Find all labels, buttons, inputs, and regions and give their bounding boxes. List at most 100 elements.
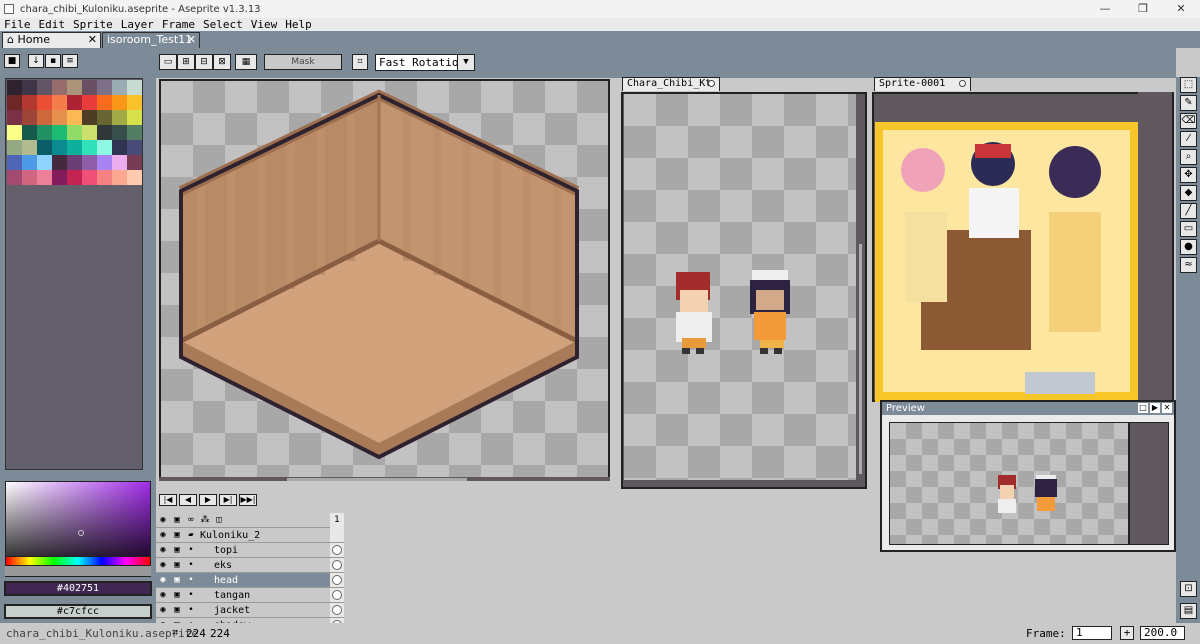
palette-swatch[interactable] (22, 170, 37, 185)
palette-swatch[interactable] (82, 125, 97, 140)
eye-icon[interactable]: ◉ (156, 545, 170, 555)
tab-isoroom[interactable]: isoroom_Test11 ✕ (102, 32, 200, 48)
palette-swatch[interactable] (97, 170, 112, 185)
palette-swatch[interactable] (22, 140, 37, 155)
sprite-artwork[interactable] (875, 122, 1138, 402)
continuous-icon[interactable]: • (184, 545, 198, 555)
palette-swatch[interactable] (82, 155, 97, 170)
frame-input[interactable]: 1 (1072, 626, 1112, 640)
palette-swatch[interactable] (112, 110, 127, 125)
menu-file[interactable]: File (0, 18, 35, 31)
pivot-icon[interactable]: ⌗ (352, 54, 368, 70)
pencil-icon[interactable]: ✎ (1180, 95, 1197, 111)
eye-icon[interactable]: ◉ (156, 605, 170, 615)
lock-icon[interactable]: ▣ (170, 530, 184, 540)
continuous-icon[interactable]: • (184, 605, 198, 615)
layer-row[interactable]: ◉ ▣ • jacket (156, 603, 330, 618)
move-icon[interactable]: ✥ (1180, 167, 1197, 183)
palette-swatch[interactable] (82, 170, 97, 185)
palette-swatch[interactable] (67, 125, 82, 140)
palette-swatch[interactable] (67, 80, 82, 95)
scrollbar-thumb[interactable] (287, 478, 467, 481)
menu-view[interactable]: View (247, 18, 282, 31)
cel[interactable] (330, 528, 344, 543)
bucket-icon[interactable]: ◆ (1180, 185, 1197, 201)
continuous-icon[interactable]: • (184, 560, 198, 570)
eyedropper-icon[interactable]: ⁄ (1180, 131, 1197, 147)
palette-swatch[interactable] (22, 110, 37, 125)
folder-icon[interactable]: ▰ (184, 530, 198, 540)
selection-subtract-icon[interactable]: ⊟ (195, 54, 213, 70)
palette-swatch[interactable] (112, 125, 127, 140)
layer-row[interactable]: ◉ ▣ • eks (156, 558, 330, 573)
menu-help[interactable]: Help (281, 18, 316, 31)
eye-icon[interactable]: ◉ (156, 530, 170, 540)
palette-swatch[interactable] (22, 125, 37, 140)
palette-swatch[interactable] (37, 110, 52, 125)
pixel-ratio-icon[interactable]: ⊡ (1180, 581, 1197, 597)
palette-swatch[interactable] (52, 110, 67, 125)
close-tab-icon[interactable]: ✕ (187, 33, 196, 47)
continuous-icon[interactable]: ∞ (184, 515, 198, 525)
minimize-button[interactable]: — (1088, 0, 1122, 18)
hue-slider[interactable] (5, 556, 151, 566)
maximize-button[interactable]: ❐ (1126, 0, 1160, 18)
menu-frame[interactable]: Frame (158, 18, 199, 31)
main-canvas[interactable] (159, 79, 610, 481)
palette-swatch[interactable] (127, 170, 142, 185)
palette-swatch[interactable] (7, 155, 22, 170)
zoom-input[interactable]: 200.0 (1140, 626, 1185, 640)
palette-swatch[interactable] (127, 125, 142, 140)
link-cels-icon[interactable]: ⁂ (198, 515, 212, 525)
palette-swatch[interactable] (37, 95, 52, 110)
lock-icon[interactable]: ▣ (170, 605, 184, 615)
layer-row[interactable]: ◉ ▣ • head (156, 573, 330, 588)
lock-icon[interactable]: ▣ (170, 545, 184, 555)
palette-swatch[interactable] (82, 140, 97, 155)
selection-intersect-icon[interactable]: ⊠ (213, 54, 231, 70)
layer-row[interactable]: ◉ ▣ • topi (156, 543, 330, 558)
close-tab-icon[interactable]: ✕ (88, 33, 97, 47)
palette-swatch[interactable] (52, 125, 67, 140)
marquee-icon[interactable]: ⬚ (1180, 77, 1197, 93)
palette-swatch[interactable] (127, 80, 142, 95)
selection-add-icon[interactable]: ⊞ (177, 54, 195, 70)
palette-swatch[interactable] (7, 125, 22, 140)
lock-icon[interactable]: ▣ (170, 575, 184, 585)
mask-button[interactable]: Mask (264, 54, 342, 70)
line-icon[interactable]: ╱ (1180, 203, 1197, 219)
cel[interactable] (330, 603, 344, 618)
add-frame-icon[interactable]: + (1120, 626, 1134, 640)
palette-swatch[interactable] (7, 95, 22, 110)
transparent-color-icon[interactable]: ▦ (235, 54, 257, 70)
palette-swatch[interactable] (97, 155, 112, 170)
palette-swatch[interactable] (52, 155, 67, 170)
continuous-icon[interactable]: • (184, 575, 198, 585)
lock-icon[interactable]: ■ (4, 54, 20, 68)
palette-swatch[interactable] (67, 170, 82, 185)
palette-swatch[interactable] (22, 155, 37, 170)
menu-sprite[interactable]: Sprite (69, 18, 117, 31)
eye-icon[interactable]: ◉ (156, 590, 170, 600)
palette-swatch[interactable] (112, 170, 127, 185)
frame-header[interactable]: 1 (330, 513, 344, 528)
palette-swatch[interactable] (7, 110, 22, 125)
sort-palette-icon[interactable]: ↓ (28, 54, 44, 68)
palette-swatch[interactable] (112, 95, 127, 110)
layer-row[interactable]: ◉ ▣ • tangan (156, 588, 330, 603)
rotation-algorithm-select[interactable]: Fast Rotation ▼ (375, 54, 475, 71)
lock-icon[interactable]: ▣ (170, 590, 184, 600)
eye-icon[interactable]: ◉ (156, 575, 170, 585)
palette-swatch[interactable] (112, 155, 127, 170)
palette-swatch[interactable] (37, 80, 52, 95)
first-frame-icon[interactable]: |◀ (159, 494, 177, 506)
palette-swatch[interactable] (127, 140, 142, 155)
alpha-slider[interactable] (5, 566, 151, 576)
palette-swatch[interactable] (97, 125, 112, 140)
palette-swatch[interactable] (37, 170, 52, 185)
continuous-icon[interactable]: • (184, 590, 198, 600)
palette-swatch[interactable] (52, 95, 67, 110)
menu-layer[interactable]: Layer (117, 18, 158, 31)
play-icon[interactable]: ▶ (199, 494, 217, 506)
lock-icon[interactable]: ▣ (170, 560, 184, 570)
